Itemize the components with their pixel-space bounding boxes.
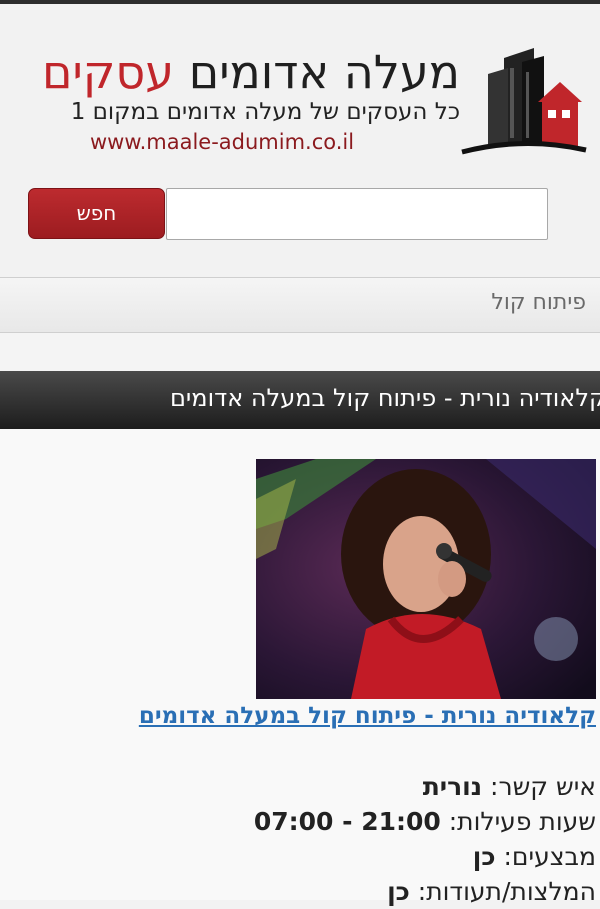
detail-value: נורית	[422, 772, 483, 801]
detail-label: שעות פעילות:	[448, 807, 596, 836]
business-details: איש קשר: נורית שעות פעילות: 21:00 - 07:0…	[254, 769, 596, 909]
business-content: קלאודיה נורית - פיתוח קול במעלה אדומים א…	[0, 429, 600, 906]
detail-label: מבצעים:	[503, 842, 596, 871]
spacer	[0, 333, 600, 371]
site-logo-icon[interactable]	[460, 38, 588, 162]
search-button[interactable]: חפש	[28, 188, 165, 239]
singer-photo-icon[interactable]	[256, 459, 596, 699]
detail-row-hours: שעות פעילות: 21:00 - 07:00	[254, 804, 596, 839]
detail-value: כן	[387, 877, 410, 906]
page-title: קלאודיה נורית - פיתוח קול במעלה אדומים	[169, 384, 600, 412]
search-input[interactable]	[166, 188, 548, 240]
site-title[interactable]: מעלה אדומים עסקים	[42, 44, 460, 100]
detail-row-recommendations: המלצות/תעודות: כן	[254, 874, 596, 909]
site-title-businesses: עסקים	[41, 45, 175, 99]
detail-value: 21:00 - 07:00	[253, 807, 441, 836]
breadcrumb-current[interactable]: פיתוח קול	[491, 290, 586, 315]
breadcrumb: פיתוח קול	[0, 277, 600, 333]
detail-row-contact: איש קשר: נורית	[254, 769, 596, 804]
site-header: מעלה אדומים עסקים כל העסקים של מעלה אדומ…	[0, 4, 600, 276]
business-title-link[interactable]: קלאודיה נורית - פיתוח קול במעלה אדומים	[139, 703, 596, 729]
detail-row-promotions: מבצעים: כן	[254, 839, 596, 874]
detail-value: כן	[472, 842, 496, 871]
page-title-bar: קלאודיה נורית - פיתוח קול במעלה אדומים	[0, 371, 600, 429]
detail-label: איש קשר:	[490, 772, 596, 801]
site-title-city: מעלה אדומים	[188, 45, 460, 99]
site-subtitle: כל העסקים של מעלה אדומים במקום 1	[70, 99, 460, 125]
site-url[interactable]: www.maale-adumim.co.il	[90, 128, 354, 156]
detail-label: המלצות/תעודות:	[417, 877, 596, 906]
